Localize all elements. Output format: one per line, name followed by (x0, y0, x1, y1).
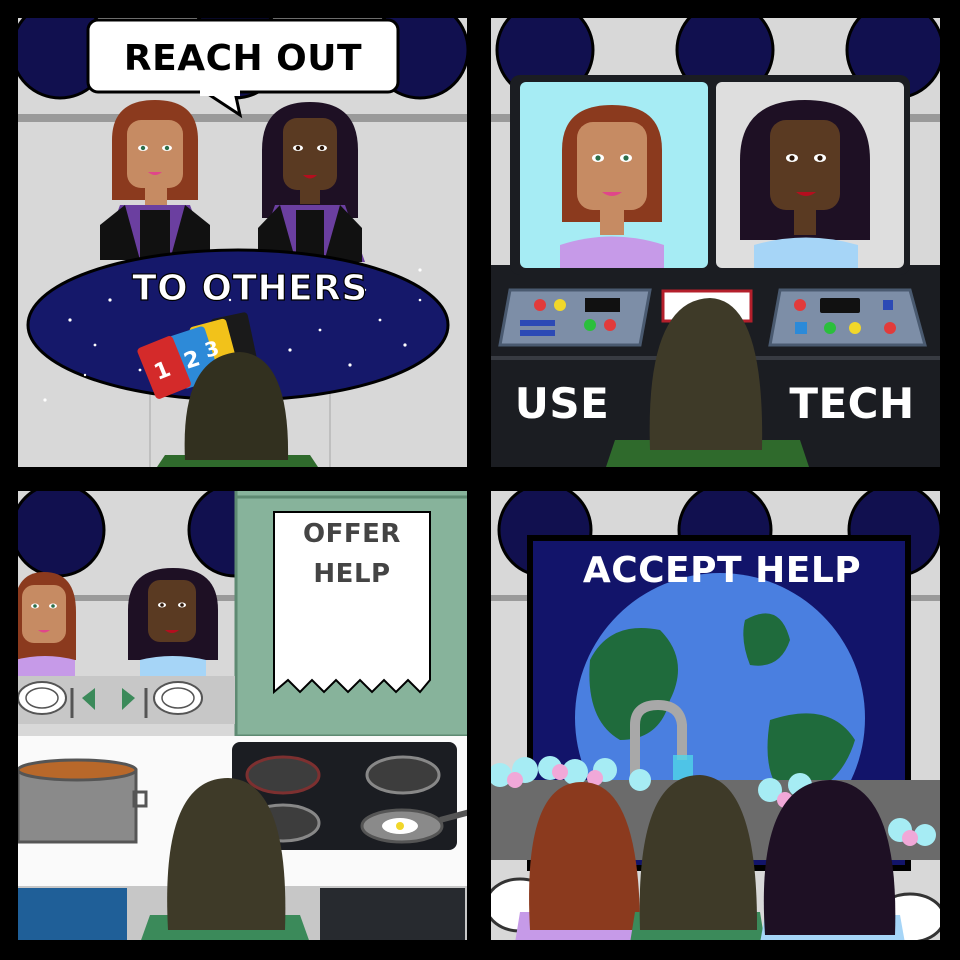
caption-tech: Tech (789, 379, 914, 428)
control-panel-left (498, 288, 652, 347)
panel-reach-out: To Others 1 2 3 Reach Out (15, 15, 470, 470)
panel-accept-help: Accept Help (488, 488, 943, 943)
window-caption: Accept Help (583, 550, 861, 591)
cooking-pot-icon (16, 758, 148, 844)
person-curly-hair (128, 568, 218, 678)
video-screen-icon (510, 75, 910, 275)
person-red-hair (15, 572, 76, 678)
ticket-line-1: Offer (303, 519, 401, 549)
control-panel-right (768, 288, 927, 347)
caption-use: Use (515, 379, 610, 428)
person-curly-hair (255, 102, 365, 262)
table-caption: To Others (132, 268, 368, 309)
order-ticket: Offer Help (273, 511, 431, 695)
speech-bubble-text: Reach Out (124, 38, 362, 79)
panel-use-tech: Use Tech (488, 15, 943, 470)
comic-strip: To Others 1 2 3 Reach Out Use Tech Offer… (0, 0, 960, 960)
ticket-line-2: Help (313, 559, 390, 589)
person-red-hair (100, 100, 210, 260)
panel-offer-help: Offer Help (15, 488, 470, 943)
